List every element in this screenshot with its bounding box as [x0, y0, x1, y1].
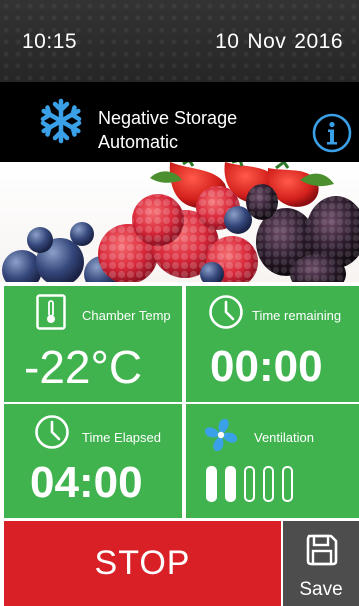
- snowflake-icon: [40, 98, 82, 144]
- floppy-disk-icon: [306, 534, 338, 566]
- clock-icon: [209, 295, 243, 329]
- berries-illustration: [2, 162, 359, 282]
- berries-image: [0, 162, 359, 282]
- mode-name: Negative Storage: [98, 108, 238, 128]
- mode-description: Negative Storage Automatic: [98, 106, 237, 154]
- ventilation-label: Ventilation: [254, 430, 314, 445]
- thermometer-icon: [36, 294, 66, 330]
- chamber-temp-label: Chamber Temp: [82, 308, 171, 323]
- current-date: 10 Nov 2016: [215, 30, 343, 54]
- time-remaining-label: Time remaining: [252, 308, 342, 323]
- cycle-mode-bar: Negative Storage Automatic: [0, 82, 359, 162]
- clock-icon: [35, 415, 69, 449]
- time-remaining-value: 00:00: [210, 342, 323, 391]
- stop-button[interactable]: STOP: [4, 521, 281, 606]
- ventilation-bar: [225, 466, 236, 502]
- chamber-temp-number: -22: [24, 341, 91, 393]
- date-day: 10: [215, 30, 240, 53]
- time-elapsed-value: 04:00: [30, 458, 143, 507]
- date-year: 2016: [294, 30, 343, 53]
- chamber-temp-tile[interactable]: Chamber Temp -22°C: [4, 286, 182, 402]
- ventilation-bar: [282, 466, 293, 502]
- fan-icon: [204, 418, 238, 452]
- time-elapsed-tile[interactable]: Time Elapsed 04:00: [4, 404, 182, 518]
- time-remaining-tile[interactable]: Time remaining 00:00: [186, 286, 359, 402]
- chamber-temp-value: -22°C: [24, 340, 142, 394]
- info-icon[interactable]: [311, 112, 353, 154]
- clock-time: 10:15: [22, 30, 78, 53]
- date-month: Nov: [247, 30, 287, 53]
- status-bar: 10:15 10 Nov 2016: [0, 0, 359, 82]
- mode-type: Automatic: [98, 132, 179, 152]
- ventilation-bar: [263, 466, 274, 502]
- time-elapsed-label: Time Elapsed: [82, 430, 161, 445]
- ventilation-bar: [206, 466, 217, 502]
- ventilation-bar: [244, 466, 255, 502]
- save-label: Save: [299, 579, 343, 600]
- save-button[interactable]: Save: [283, 521, 359, 606]
- chamber-temp-unit: °C: [90, 341, 143, 393]
